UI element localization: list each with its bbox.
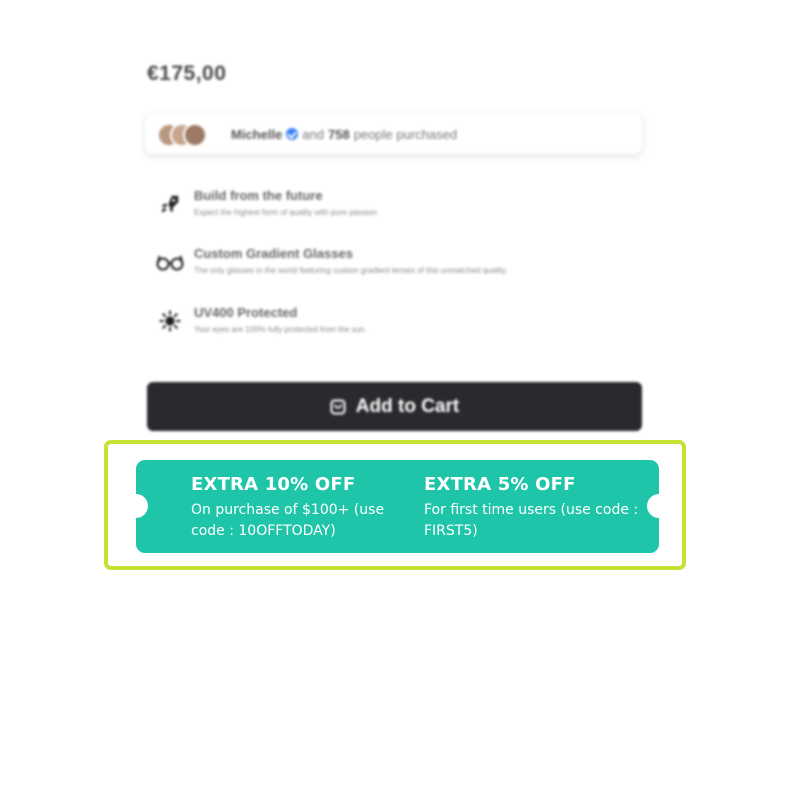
- offer-title: EXTRA 10% OFF: [191, 474, 356, 495]
- feature-description: Your eyes are 100% fully protected from …: [194, 325, 367, 334]
- social-proof-card: Michelle and 758 people purchased: [145, 114, 642, 154]
- feature-item: UV400 Protected Your eyes are 100% fully…: [156, 305, 367, 335]
- coupon-offer: EXTRA 10% OFF On purchase of $100+ (use …: [191, 474, 411, 542]
- offer-description: For first time users (use code : FIRST5): [424, 502, 639, 539]
- ticket-notch: [124, 494, 148, 518]
- coupon-ticket: EXTRA 10% OFF On purchase of $100+ (use …: [124, 460, 671, 553]
- product-price: €175,00: [147, 62, 227, 85]
- social-connector: and: [302, 126, 324, 142]
- offer-description: On purchase of $100+ (use code : 10OFFTO…: [191, 502, 385, 539]
- feature-item: Build from the future Expect the highest…: [156, 188, 379, 218]
- purchase-count: 758: [328, 126, 350, 142]
- add-to-cart-label: Add to Cart: [355, 395, 460, 417]
- social-suffix: people purchased: [353, 126, 458, 142]
- feature-title: Build from the future: [194, 188, 323, 203]
- rocket-icon: [156, 190, 184, 218]
- offer-title: EXTRA 5% OFF: [424, 474, 576, 495]
- sun-icon: [156, 307, 184, 335]
- avatar-stack: [157, 121, 219, 147]
- feature-title: Custom Gradient Glasses: [194, 246, 353, 261]
- shopping-bag-icon: [330, 399, 346, 415]
- add-to-cart-button[interactable]: Add to Cart: [147, 382, 642, 431]
- social-proof-text: Michelle and 758 people purchased: [231, 127, 457, 142]
- glasses-icon: [156, 248, 184, 276]
- avatar: [183, 123, 207, 147]
- page: €175,00 Michelle and 758 people purchase…: [0, 0, 800, 800]
- verified-icon: [286, 128, 299, 140]
- ticket-notch: [647, 494, 671, 518]
- feature-description: Expect the highest form of quality with …: [194, 208, 379, 217]
- coupon-offer: EXTRA 5% OFF For first time users (use c…: [424, 474, 644, 542]
- feature-item: Custom Gradient Glasses The only glasses…: [156, 246, 507, 276]
- feature-title: UV400 Protected: [194, 305, 298, 320]
- feature-description: The only glasses in the world featuring …: [194, 266, 508, 275]
- product-details: €175,00 Michelle and 758 people purchase…: [0, 0, 800, 440]
- buyer-name: Michelle: [231, 126, 283, 142]
